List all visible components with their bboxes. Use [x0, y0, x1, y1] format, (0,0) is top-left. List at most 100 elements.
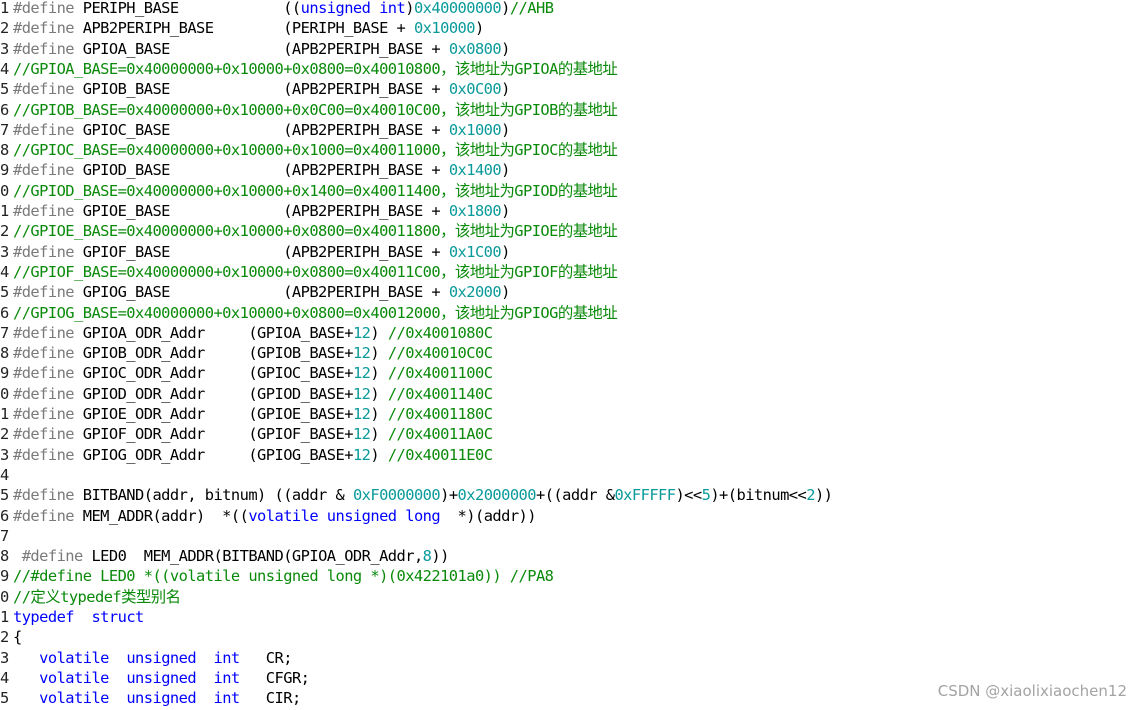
code-text: )	[501, 283, 510, 302]
code-line[interactable]: 7 #define GPIOC_BASE (APB2PERIPH_BASE + 0…	[0, 120, 510, 140]
code-line[interactable]: 8 #define LED0 MEM_ADDR(BITBAND(GPIOA_OD…	[0, 546, 449, 566]
code-line[interactable]: 8 #define GPIOB_ODR_Addr (GPIOB_BASE+12) …	[0, 343, 493, 363]
line-number: 7	[0, 323, 9, 342]
comment-token: //GPIOG_BASE=0x40000000+0x10000+0x0800=0…	[13, 303, 618, 322]
code-line[interactable]: 9 #define GPIOC_ODR_Addr (GPIOC_BASE+12) …	[0, 363, 493, 383]
code-line[interactable]: 1 #define PERIPH_BASE ((unsigned int)0x40…	[0, 0, 554, 18]
line-number: 6	[0, 506, 9, 525]
line-number: 2	[0, 222, 9, 241]
comment-token: //0x40010C0C	[387, 344, 493, 363]
code-text: )+(bitnum<<	[710, 486, 807, 505]
code-line[interactable]: 6 #define MEM_ADDR(addr) *((volatile unsi…	[0, 506, 537, 526]
code-text: )	[474, 19, 484, 38]
line-number: 0	[0, 587, 9, 606]
preprocessor-token: #define	[13, 344, 75, 363]
code-text: )	[501, 120, 510, 139]
line-number: 6	[0, 100, 9, 119]
code-line[interactable]: 7 #define GPIOA_ODR_Addr (GPIOA_BASE+12) …	[0, 323, 493, 343]
comment-token: //GPIOB_BASE=0x40000000+0x10000+0x0C00=0…	[13, 100, 618, 119]
line-number: 8	[0, 141, 9, 160]
code-line[interactable]: 4//GPIOF_BASE=0x40000000+0x10000+0x0800=…	[0, 262, 618, 282]
line-number: 2	[0, 19, 9, 38]
code-line[interactable]: 9//#define LED0 *((volatile unsigned lon…	[0, 566, 554, 586]
code-text: GPIOG_ODR_Addr (GPIOG_BASE+	[74, 445, 354, 464]
number-token: 0xFFFFF	[614, 486, 676, 505]
code-line[interactable]: 0//GPIOD_BASE=0x40000000+0x10000+0x1400=…	[0, 181, 618, 201]
line-number: 3	[0, 648, 9, 667]
code-line[interactable]: 6//GPIOB_BASE=0x40000000+0x10000+0x0C00=…	[0, 100, 618, 120]
line-number: 4	[0, 59, 9, 78]
code-line[interactable]: 8//GPIOC_BASE=0x40000000+0x10000+0x1000=…	[0, 140, 618, 160]
number-token: 0x1800	[448, 202, 502, 220]
line-number: 3	[0, 242, 9, 261]
code-line[interactable]: 1 typedef struct	[0, 607, 144, 627]
code-line[interactable]: 3 #define GPIOF_BASE (APB2PERIPH_BASE + 0…	[0, 242, 510, 262]
keyword-token: volatile	[39, 648, 109, 667]
preprocessor-token: #define	[13, 425, 75, 444]
line-number: 4	[0, 465, 9, 484]
line-number: 5	[0, 689, 9, 708]
preprocessor-token: #define	[13, 384, 75, 403]
code-line[interactable]: 5 #define GPIOB_BASE (APB2PERIPH_BASE + 0…	[0, 79, 510, 99]
line-number: 3	[0, 445, 9, 464]
code-text: CIR;	[239, 689, 301, 708]
code-line[interactable]: 6//GPIOG_BASE=0x40000000+0x10000+0x0800=…	[0, 303, 618, 323]
code-line[interactable]: 1 #define GPIOE_BASE (APB2PERIPH_BASE + 0…	[0, 201, 510, 221]
preprocessor-token: #define	[13, 486, 75, 505]
keyword-token: unsigned	[126, 668, 197, 687]
code-text: )	[501, 202, 510, 220]
line-number: 6	[0, 303, 9, 322]
code-line[interactable]: 0 #define GPIOD_ODR_Addr (GPIOD_BASE+12) …	[0, 384, 493, 404]
preprocessor-token: #define	[13, 405, 75, 423]
code-line[interactable]: 2{	[0, 627, 22, 647]
code-text: {	[13, 628, 22, 647]
keyword-token: int	[213, 648, 241, 667]
code-line[interactable]: 2 #define GPIOF_ODR_Addr (GPIOF_BASE+12) …	[0, 424, 493, 444]
code-line[interactable]: 4	[0, 465, 13, 485]
keyword-token: volatile unsigned long	[248, 506, 441, 525]
code-text: )	[370, 364, 388, 383]
code-line[interactable]: 2 #define APB2PERIPH_BASE (PERIPH_BASE + …	[0, 18, 484, 38]
code-line[interactable]: 4//GPIOA_BASE=0x40000000+0x10000+0x0800=…	[0, 59, 618, 79]
number-token: 12	[352, 405, 371, 423]
code-text: GPIOF_ODR_Addr (GPIOF_BASE+	[74, 425, 354, 444]
line-number: 4	[0, 668, 9, 687]
code-line[interactable]: 3 volatile unsigned int CR;	[0, 648, 293, 668]
code-line[interactable]: 5 volatile unsigned int CIR;	[0, 688, 301, 708]
line-number: 7	[0, 526, 9, 545]
code-text: )	[370, 384, 388, 403]
code-line[interactable]: 5 #define GPIOG_BASE (APB2PERIPH_BASE + 0…	[0, 282, 510, 302]
comment-token: //定义typedef类型别名	[13, 587, 181, 606]
preprocessor-token: #define	[13, 80, 75, 99]
code-line[interactable]: 0//定义typedef类型别名	[0, 587, 181, 607]
code-line[interactable]: 9 #define GPIOD_BASE (APB2PERIPH_BASE + 0…	[0, 160, 510, 180]
line-number: 0	[0, 384, 9, 403]
number-token: 12	[352, 384, 371, 403]
preprocessor-token: #define	[13, 39, 75, 58]
code-line[interactable]: 5 #define BITBAND(addr, bitnum) ((addr & …	[0, 485, 833, 505]
comment-token: //0x4001140C	[387, 384, 493, 403]
keyword-token: volatile	[39, 689, 109, 708]
code-line[interactable]: 1 #define GPIOE_ODR_Addr (GPIOE_BASE+12) …	[0, 404, 493, 424]
code-editor[interactable]: 1 #define PERIPH_BASE ((unsigned int)0x40…	[0, 0, 1141, 710]
line-number: 8	[0, 547, 9, 566]
code-text: CR;	[239, 648, 293, 667]
code-text: CFGR;	[239, 668, 310, 687]
code-text: APB2PERIPH_BASE (PERIPH_BASE +	[74, 19, 414, 38]
code-line[interactable]: 3 #define GPIOG_ODR_Addr (GPIOG_BASE+12) …	[0, 445, 493, 465]
code-line[interactable]: 4 volatile unsigned int CFGR;	[0, 668, 310, 688]
number-token: 12	[352, 344, 371, 363]
line-number: 5	[0, 486, 9, 505]
code-text: PERIPH_BASE ((	[74, 0, 301, 17]
comment-token: //0x40011E0C	[387, 445, 493, 464]
comment-token: //GPIOD_BASE=0x40000000+0x10000+0x1400=0…	[13, 181, 618, 200]
code-line[interactable]: 2//GPIOE_BASE=0x40000000+0x10000+0x0800=…	[0, 221, 618, 241]
code-text: *)(addr))	[440, 506, 537, 525]
code-line[interactable]: 3 #define GPIOA_BASE (APB2PERIPH_BASE + 0…	[0, 39, 510, 59]
code-line[interactable]: 7	[0, 526, 13, 546]
keyword-token: int	[213, 668, 241, 687]
